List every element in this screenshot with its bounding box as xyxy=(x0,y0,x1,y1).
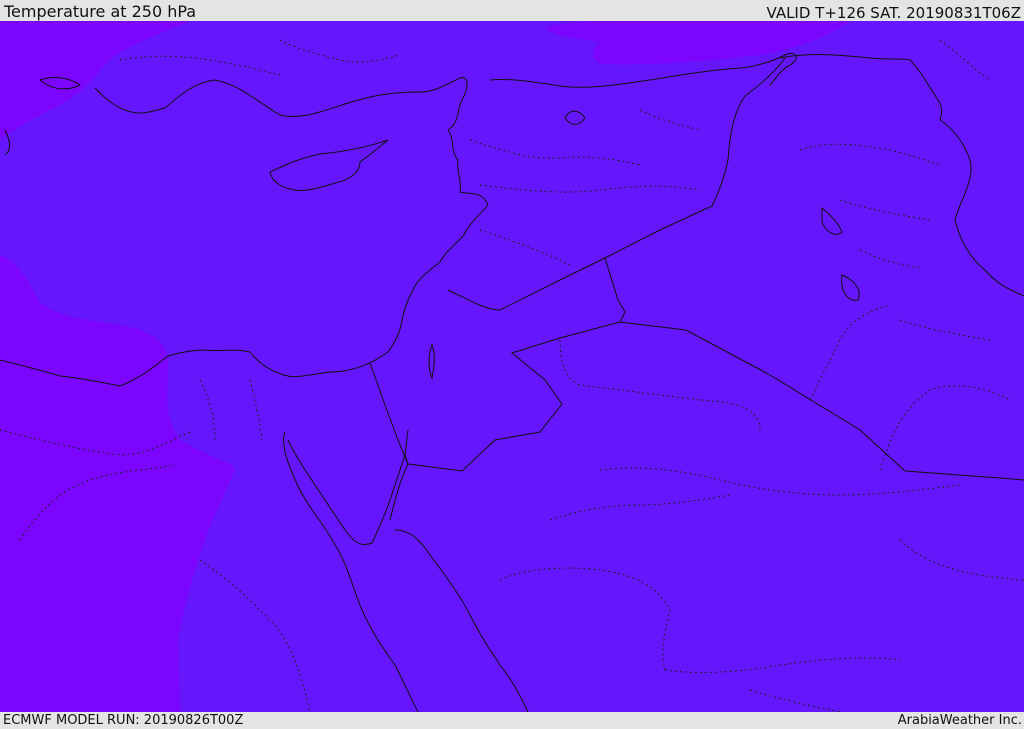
temperature-map xyxy=(0,21,1024,712)
model-run-label: ECMWF MODEL RUN: 20190826T00Z xyxy=(3,713,244,728)
map-title: Temperature at 250 hPa xyxy=(4,2,197,21)
map-canvas[interactable] xyxy=(0,21,1024,712)
footer-bar: ECMWF MODEL RUN: 20190826T00Z ArabiaWeat… xyxy=(0,712,1024,729)
brand-label: ArabiaWeather Inc. xyxy=(897,713,1022,728)
valid-time: VALID T+126 SAT. 20190831T06Z xyxy=(766,4,1021,22)
header-bar: Temperature at 250 hPa VALID T+126 SAT. … xyxy=(0,0,1024,21)
